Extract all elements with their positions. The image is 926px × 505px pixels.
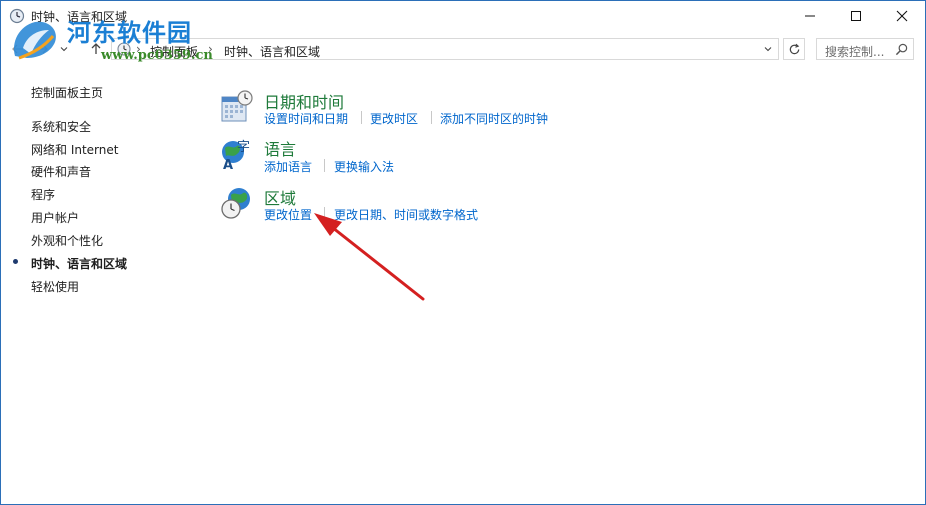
minimize-icon bbox=[805, 15, 815, 17]
link-change-location[interactable]: 更改位置 bbox=[264, 206, 312, 223]
refresh-icon bbox=[789, 43, 799, 54]
sidebar-item-appearance[interactable]: 外观和个性化 bbox=[31, 232, 103, 249]
sidebar-item-ease-of-access[interactable]: 轻松使用 bbox=[31, 278, 79, 295]
search-placeholder: 搜索控制... bbox=[825, 45, 885, 59]
svg-text:字: 字 bbox=[237, 140, 250, 155]
watermark-name: 河东软件园 bbox=[67, 18, 192, 47]
chevron-down-icon bbox=[764, 47, 772, 52]
close-icon bbox=[896, 10, 908, 22]
maximize-icon bbox=[851, 11, 861, 21]
refresh-button[interactable] bbox=[783, 38, 805, 60]
language-globe-icon[interactable]: 字 A bbox=[219, 136, 255, 172]
link-add-clocks[interactable]: 添加不同时区的时钟 bbox=[440, 110, 548, 127]
search-input[interactable]: 搜索控制... bbox=[816, 38, 914, 60]
link-separator bbox=[431, 111, 432, 124]
sidebar-item-programs[interactable]: 程序 bbox=[31, 186, 55, 203]
link-separator bbox=[361, 111, 362, 124]
control-panel-window: 时钟、语言和区域 › 控制面板 › 时钟、语言和区域 搜索控制... 河东软件园… bbox=[0, 0, 926, 505]
sidebar-item-control-panel-home[interactable]: 控制面板主页 bbox=[31, 84, 103, 101]
sidebar-item-hardware-sound[interactable]: 硬件和声音 bbox=[31, 163, 91, 180]
address-dropdown-button[interactable] bbox=[760, 41, 776, 57]
watermark-url: www.pc0359.cn bbox=[101, 48, 213, 63]
breadcrumb-clock-language-region[interactable]: 时钟、语言和区域 bbox=[224, 43, 320, 60]
watermark-logo-icon bbox=[13, 21, 56, 60]
link-separator bbox=[324, 159, 325, 172]
search-icon bbox=[895, 43, 908, 56]
current-item-bullet-icon bbox=[13, 259, 18, 264]
svg-text:A: A bbox=[223, 158, 233, 172]
region-globe-clock-icon[interactable] bbox=[219, 185, 255, 221]
link-change-time-zone[interactable]: 更改时区 bbox=[370, 110, 418, 127]
close-button[interactable] bbox=[879, 1, 925, 31]
link-change-input-method[interactable]: 更换输入法 bbox=[334, 158, 394, 175]
link-change-date-time-number-formats[interactable]: 更改日期、时间或数字格式 bbox=[334, 206, 478, 223]
minimize-button[interactable] bbox=[787, 1, 833, 31]
category-title-language[interactable]: 语言 bbox=[264, 136, 296, 160]
sidebar-item-network-internet[interactable]: 网络和 Internet bbox=[31, 141, 118, 158]
link-set-time-date[interactable]: 设置时间和日期 bbox=[264, 110, 348, 127]
calendar-clock-icon[interactable] bbox=[219, 89, 255, 125]
sidebar-item-user-accounts[interactable]: 用户帐户 bbox=[31, 209, 79, 226]
maximize-button[interactable] bbox=[833, 1, 879, 31]
sidebar-item-system-security[interactable]: 系统和安全 bbox=[31, 118, 91, 135]
sidebar-item-clock-language-region: 时钟、语言和区域 bbox=[31, 257, 128, 271]
link-add-language[interactable]: 添加语言 bbox=[264, 158, 312, 175]
link-separator bbox=[324, 207, 325, 220]
